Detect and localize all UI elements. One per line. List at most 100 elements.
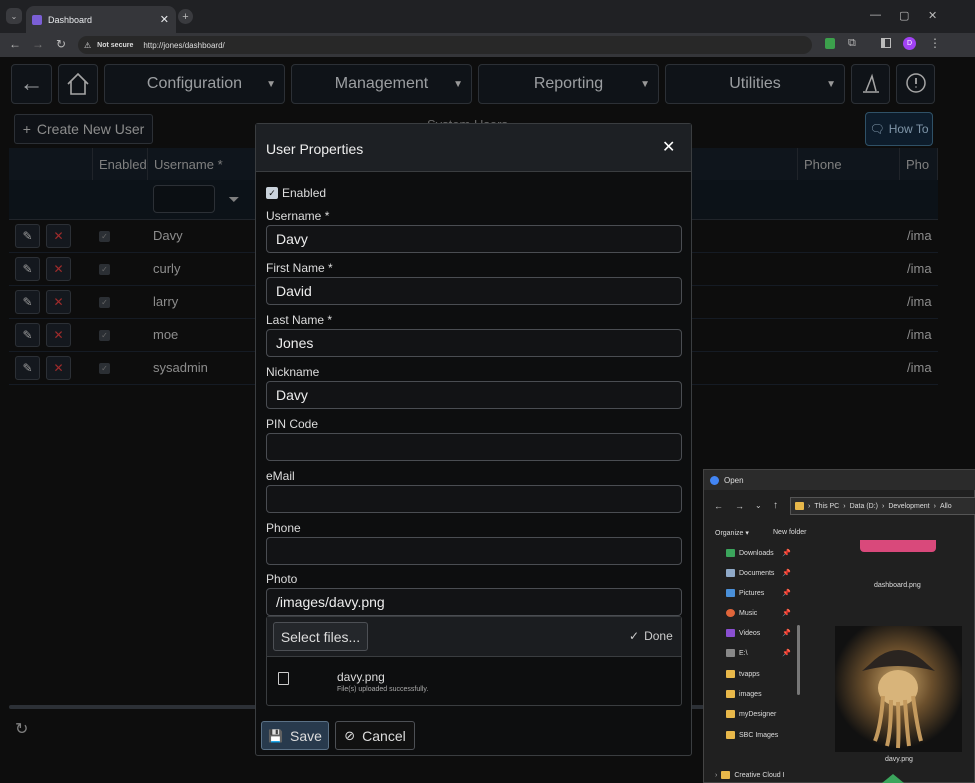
done-label: Done	[644, 629, 673, 643]
pin-input[interactable]	[266, 433, 682, 461]
last-name-input[interactable]: Jones	[266, 329, 682, 357]
fd-nav-creative-cloud[interactable]: › Creative Cloud I	[715, 771, 785, 779]
dialog-close-icon[interactable]: ✕	[662, 137, 675, 157]
address-bar[interactable]: ⚠ Not secure http://jones/dashboard/	[78, 36, 812, 54]
extension-shield-icon[interactable]	[825, 38, 835, 49]
upload-toolbar: Select files... ✓ Done	[267, 617, 681, 657]
fd-path-sep: ›	[882, 502, 885, 510]
enabled-checkbox[interactable]: ✓	[266, 187, 278, 199]
new-tab-icon[interactable]: +	[178, 9, 193, 24]
fd-nav-label: images	[739, 690, 762, 698]
fd-path-sep: ›	[843, 502, 846, 510]
fd-forward-icon[interactable]: →	[735, 501, 744, 511]
dashboard-thumbnail[interactable]	[860, 540, 936, 552]
tab-close-icon[interactable]: ✕	[160, 13, 169, 26]
fd-nav-label: Downloads	[739, 549, 774, 557]
pin-icon: 📌	[782, 630, 791, 637]
chrome-icon	[710, 475, 719, 485]
fd-nav-pictures[interactable]: Pictures	[726, 589, 764, 597]
warning-icon: ⚠	[84, 40, 92, 50]
fd-nav-e-drive[interactable]: E:\	[726, 649, 748, 657]
fd-nav-label: tvapps	[739, 670, 760, 678]
fd-nav-music[interactable]: Music	[726, 609, 757, 617]
check-icon: ✓	[629, 629, 640, 643]
fd-nav-videos[interactable]: Videos	[726, 629, 760, 637]
first-name-input[interactable]: David	[266, 277, 682, 305]
extensions-puzzle-icon[interactable]: ⧉	[848, 37, 856, 50]
select-files-button[interactable]: Select files...	[273, 622, 368, 651]
username-label: Username *	[266, 209, 330, 223]
photo-input[interactable]: /images/davy.png	[266, 588, 682, 616]
browser-tab[interactable]: Dashboard ✕	[26, 6, 176, 33]
browser-tabstrip: ⌄ Dashboard ✕ + — ▢ ✕	[0, 0, 975, 33]
new-folder-button[interactable]: New folder	[773, 529, 806, 536]
tab-title: Dashboard	[48, 14, 93, 25]
folder-icon	[795, 502, 804, 510]
reload-icon[interactable]: ↻	[56, 37, 66, 51]
music-icon	[726, 609, 735, 617]
videos-icon	[726, 629, 735, 637]
username-input[interactable]: Davy	[266, 225, 682, 253]
file-item-decoration-icon	[882, 774, 904, 783]
side-panel-icon[interactable]	[881, 38, 891, 48]
forward-icon[interactable]: →	[32, 37, 44, 51]
fd-nav-scrollbar[interactable]	[797, 625, 800, 695]
save-button[interactable]: 💾 Save	[261, 721, 329, 750]
fd-back-icon[interactable]: ←	[714, 501, 723, 511]
nickname-label: Nickname	[266, 365, 320, 379]
fd-path-sep: ›	[808, 502, 811, 510]
cancel-button[interactable]: ⊘ Cancel	[335, 721, 415, 750]
folder-icon	[726, 710, 735, 718]
fd-address-bar[interactable]: › This PC › Data (D:) › Development › Al…	[790, 497, 975, 515]
fd-nav-downloads[interactable]: Downloads	[726, 549, 774, 557]
fd-nav-sbc-images[interactable]: SBC Images	[726, 731, 778, 739]
davy-thumbnail[interactable]	[835, 626, 962, 752]
fd-nav-label: Music	[739, 609, 758, 617]
fd-nav-label: Pictures	[739, 589, 765, 597]
back-icon[interactable]: ←	[9, 37, 21, 51]
fd-nav-tvapps[interactable]: tvapps	[726, 670, 760, 678]
email-label: eMail	[266, 469, 295, 483]
first-name-label: First Name *	[266, 261, 333, 275]
nickname-input[interactable]: Davy	[266, 381, 682, 409]
tab-search-icon[interactable]: ⌄	[6, 8, 22, 24]
maximize-icon[interactable]: ▢	[899, 9, 909, 22]
open-file-dialog: Open ← → ⌄ ↑ › This PC › Data (D:) › Dev…	[703, 469, 975, 783]
fd-nav-documents[interactable]: Documents	[726, 569, 774, 577]
folder-icon	[726, 670, 735, 678]
pin-icon: 📌	[782, 570, 791, 577]
phone-input[interactable]	[266, 537, 682, 565]
dialog-title: User Properties	[266, 141, 364, 157]
user-properties-dialog: User Properties ✕ ✓ Enabled Username * D…	[255, 123, 692, 756]
fd-up-icon[interactable]: ↑	[773, 500, 778, 511]
fd-path-part[interactable]: This PC	[814, 503, 839, 510]
cancel-circle-icon: ⊘	[344, 727, 356, 743]
fd-path-sep: ›	[933, 502, 936, 510]
pin-icon: 📌	[782, 590, 791, 597]
open-dialog-title: Open	[724, 475, 744, 485]
browser-menu-icon[interactable]: ⋮	[929, 36, 941, 50]
file-name-davy[interactable]: davy.png	[885, 756, 913, 763]
email-input[interactable]	[266, 485, 682, 513]
minimize-icon[interactable]: —	[870, 9, 881, 21]
pin-label: PIN Code	[266, 417, 319, 431]
upload-status-text: File(s) uploaded successfully.	[337, 686, 429, 693]
fd-path-part[interactable]: Development	[888, 503, 929, 510]
fd-recent-icon[interactable]: ⌄	[755, 501, 762, 510]
profile-avatar[interactable]: D	[903, 37, 916, 50]
folder-icon	[726, 690, 735, 698]
file-name-dashboard[interactable]: dashboard.png	[874, 582, 921, 589]
fd-nav-label: Videos	[739, 629, 761, 637]
pin-icon: 📌	[782, 610, 791, 617]
organize-button[interactable]: Organize ▾	[715, 529, 749, 537]
fd-path-part[interactable]: Allo	[940, 503, 952, 510]
pin-icon: 📌	[782, 650, 791, 657]
fd-nav-images[interactable]: images	[726, 690, 762, 698]
not-secure-label: Not secure	[97, 41, 134, 49]
chevron-right-icon: ›	[715, 771, 718, 779]
fd-nav-mydesigner[interactable]: myDesigner	[726, 710, 776, 718]
dialog-header: User Properties ✕	[256, 124, 691, 172]
folder-icon	[721, 771, 731, 779]
fd-path-part[interactable]: Data (D:)	[850, 503, 878, 510]
window-close-icon[interactable]: ✕	[928, 9, 937, 22]
